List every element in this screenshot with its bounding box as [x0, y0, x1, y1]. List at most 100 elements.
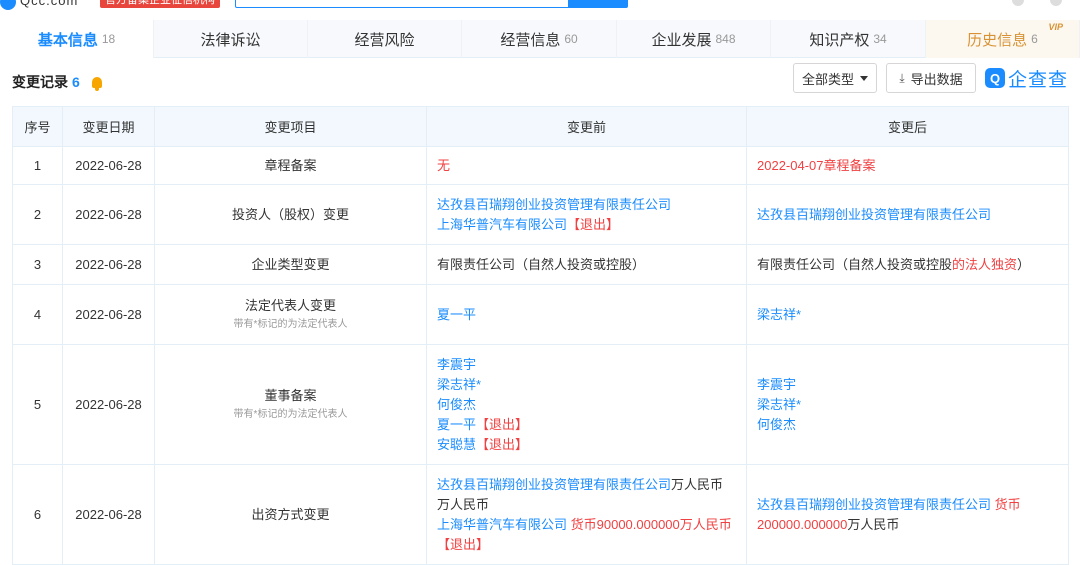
- cell-no: 1: [12, 146, 63, 185]
- section-title-text: 变更记录: [12, 74, 68, 90]
- cell-before: 无: [426, 146, 747, 185]
- cell-after: 梁志祥*: [746, 284, 1069, 345]
- qcc-brand: Q 企查查: [985, 65, 1068, 91]
- change-suffix: 的法人独资: [952, 256, 1018, 272]
- company-link[interactable]: 达孜县百瑞翔创业投资管理有限责任公司: [437, 477, 671, 492]
- change-entry: 何俊杰: [437, 395, 736, 415]
- company-link[interactable]: 上海华普汽车有限公司: [437, 217, 567, 232]
- change-entry: 2022-04-07章程备案: [757, 156, 1058, 176]
- col-header-date: 变更日期: [62, 106, 155, 147]
- company-link[interactable]: 达孜县百瑞翔创业投资管理有限责任公司: [437, 197, 671, 212]
- change-item-note: 带有*标记的为法定代表人: [233, 318, 348, 330]
- change-entry: 无: [437, 156, 736, 176]
- company-link[interactable]: 上海华普汽车有限公司: [437, 517, 567, 532]
- tab-label: 经营风险: [354, 31, 415, 49]
- cell-after: 达孜县百瑞翔创业投资管理有限责任公司: [746, 184, 1069, 245]
- change-entry: 有限责任公司（自然人投资或控股）: [437, 255, 736, 275]
- change-entry: 夏一平: [437, 305, 736, 325]
- export-label: 导出数据: [910, 71, 963, 87]
- site-logo[interactable]: Qcc.com: [0, 0, 78, 10]
- tab-label: 历史信息: [967, 31, 1028, 49]
- change-text: 有限责任公司（自然人投资或控股）: [437, 256, 646, 272]
- tab-label: 基本信息: [37, 31, 98, 49]
- tab-basic-info[interactable]: 基本信息 18: [0, 20, 154, 58]
- company-link[interactable]: 达孜县百瑞翔创业投资管理有限责任公司: [757, 497, 991, 512]
- tab-development[interactable]: 企业发展 848: [617, 20, 771, 58]
- table-header-row: 序号 变更日期 变更项目 变更前 变更后: [12, 106, 1069, 147]
- search-input[interactable]: [235, 0, 570, 8]
- section-title: 变更记录 6: [12, 72, 102, 92]
- change-item-label: 企业类型变更: [251, 256, 330, 272]
- cell-date: 2022-06-28: [62, 244, 155, 285]
- search-button[interactable]: [568, 0, 628, 8]
- table-row: 4 2022-06-28 法定代表人变更 带有*标记的为法定代表人 夏一平 梁志祥*: [12, 284, 1069, 345]
- export-button[interactable]: ⤓ 导出数据: [886, 63, 976, 93]
- change-entry: 达孜县百瑞翔创业投资管理有限责任公司: [437, 195, 736, 215]
- col-header-after: 变更后: [746, 106, 1069, 147]
- change-text: 无: [437, 157, 451, 173]
- change-item-note: 带有*标记的为法定代表人: [233, 408, 348, 420]
- change-item-label: 章程备案: [264, 157, 317, 173]
- col-header-before: 变更前: [426, 106, 747, 147]
- change-entry: 安聪慧【退出】: [437, 435, 736, 455]
- menu-icon[interactable]: [1050, 0, 1062, 6]
- cell-after: 达孜县百瑞翔创业投资管理有限责任公司 货币200000.000000万人民币: [746, 464, 1069, 565]
- change-suffix: 【退出】: [476, 416, 529, 432]
- official-badge: 官方备案企业征信机构: [100, 0, 220, 8]
- cell-item: 章程备案: [154, 146, 427, 185]
- tab-history[interactable]: 历史信息 6 VIP: [926, 20, 1080, 58]
- table-row: 2 2022-06-28 投资人（股权）变更 达孜县百瑞翔创业投资管理有限责任公司 上海…: [12, 184, 1069, 245]
- company-link[interactable]: 李震宇: [757, 377, 796, 392]
- user-icon[interactable]: [1012, 0, 1024, 6]
- company-link[interactable]: 梁志祥*: [437, 377, 481, 392]
- change-records-table: 序号 变更日期 变更项目 变更前 变更后 1 2022-06-28 章程备案无 202…: [12, 106, 1069, 565]
- cell-item: 企业类型变更: [154, 244, 427, 285]
- tab-label: 经营信息: [500, 31, 561, 49]
- logo-text: Qcc.com: [20, 0, 79, 8]
- company-link[interactable]: 李震宇: [437, 357, 476, 372]
- cell-no: 6: [12, 464, 63, 565]
- change-entry: 梁志祥*: [757, 395, 1058, 415]
- company-link[interactable]: 安聪慧: [437, 437, 476, 452]
- company-link[interactable]: 何俊杰: [437, 397, 476, 412]
- cell-before: 有限责任公司（自然人投资或控股）: [426, 244, 747, 285]
- company-link[interactable]: 达孜县百瑞翔创业投资管理有限责任公司: [757, 207, 991, 222]
- change-entry: 达孜县百瑞翔创业投资管理有限责任公司: [757, 205, 1058, 225]
- tab-risk[interactable]: 经营风险: [308, 20, 462, 58]
- cell-date: 2022-06-28: [62, 184, 155, 245]
- company-link[interactable]: 夏一平: [437, 417, 476, 432]
- change-entry: 上海华普汽车有限公司【退出】: [437, 215, 736, 235]
- brand-text: 企查查: [1008, 69, 1069, 91]
- download-icon: ⤓: [899, 70, 905, 85]
- change-item-label: 法定代表人变更: [244, 297, 336, 313]
- vip-badge: VIP: [1048, 22, 1063, 32]
- cell-date: 2022-06-28: [62, 344, 155, 465]
- tab-ip[interactable]: 知识产权 34: [771, 20, 926, 58]
- company-link[interactable]: 梁志祥*: [757, 307, 801, 322]
- cell-before: 达孜县百瑞翔创业投资管理有限责任公司 上海华普汽车有限公司【退出】: [426, 184, 747, 245]
- type-filter-dropdown[interactable]: 全部类型: [793, 63, 877, 93]
- company-link[interactable]: 何俊杰: [757, 417, 796, 432]
- cell-before: 夏一平: [426, 284, 747, 345]
- cell-item: 投资人（股权）变更: [154, 184, 427, 245]
- table-row: 6 2022-06-28 出资方式变更 达孜县百瑞翔创业投资管理有限责任公司万人民币万…: [12, 464, 1069, 565]
- cell-after: 李震宇梁志祥* 何俊杰: [746, 344, 1069, 465]
- change-suffix: 【退出】: [476, 436, 529, 452]
- col-header-item: 变更项目: [154, 106, 427, 147]
- bell-icon[interactable]: [91, 76, 102, 91]
- change-item-label: 投资人（股权）变更: [231, 206, 349, 222]
- tab-bar: 基本信息 18 法律诉讼 经营风险 经营信息 60 企业发展 848 知识产权 34 历…: [0, 20, 1080, 58]
- cell-date: 2022-06-28: [62, 464, 155, 565]
- company-link[interactable]: 夏一平: [437, 307, 476, 322]
- change-entry: 夏一平【退出】: [437, 415, 736, 435]
- tab-legal[interactable]: 法律诉讼: [154, 20, 308, 58]
- cell-no: 5: [12, 344, 63, 465]
- tab-operation[interactable]: 经营信息 60: [462, 20, 617, 58]
- cell-item: 法定代表人变更带有*标记的为法定代表人: [154, 284, 427, 345]
- tab-count: 18: [101, 32, 116, 46]
- qcc-logo-icon: [0, 0, 16, 10]
- change-entry: 何俊杰: [757, 415, 1058, 435]
- change-suffix: 【退出】: [567, 216, 620, 232]
- cell-after: 有限责任公司（自然人投资或控股的法人独资）: [746, 244, 1069, 285]
- company-link[interactable]: 梁志祥*: [757, 397, 801, 412]
